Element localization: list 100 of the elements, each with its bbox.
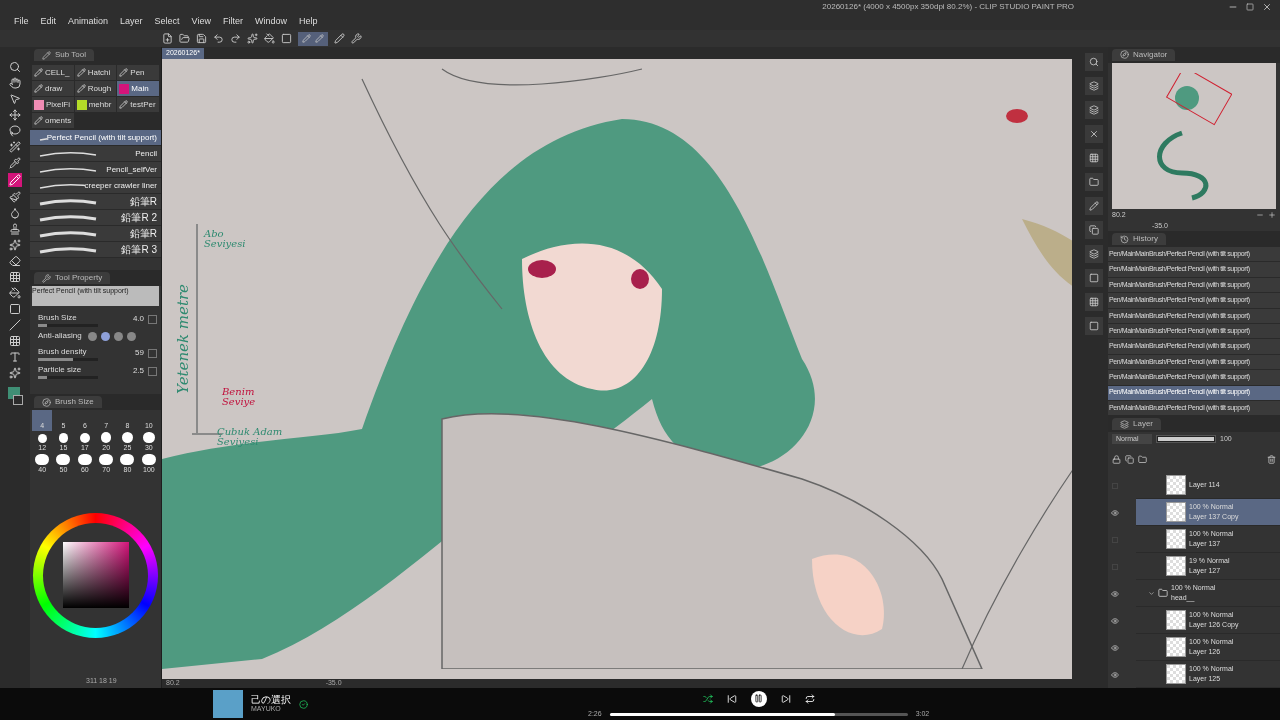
- panel-tab[interactable]: Tool Property: [34, 272, 111, 284]
- panel-button[interactable]: [1085, 221, 1103, 239]
- menu-item[interactable]: View: [185, 15, 217, 29]
- pause-button[interactable]: [750, 690, 767, 707]
- brush-icon[interactable]: [9, 191, 21, 203]
- brush-item[interactable]: 鉛筆R 3: [30, 242, 161, 258]
- menu-item[interactable]: Select: [148, 15, 186, 29]
- eye-icon[interactable]: [1111, 643, 1119, 652]
- panel-tab[interactable]: Sub Tool: [34, 49, 94, 61]
- sub-color-swatch[interactable]: [12, 395, 23, 405]
- eye-icon[interactable]: [1111, 670, 1119, 679]
- maximize-icon[interactable]: [1246, 3, 1254, 11]
- sub-tool-group[interactable]: mehbr: [74, 97, 117, 112]
- panel-tab[interactable]: Brush Size: [34, 396, 102, 408]
- sub-tool-group[interactable]: Main: [117, 81, 159, 96]
- previous-icon[interactable]: [726, 693, 737, 704]
- panel-button[interactable]: [1085, 317, 1103, 335]
- sub-tool-group[interactable]: Pen: [117, 65, 159, 80]
- square-icon[interactable]: [9, 303, 21, 315]
- wrench-icon[interactable]: [351, 33, 362, 44]
- copy-icon[interactable]: [1125, 454, 1134, 464]
- property-value[interactable]: 2.5: [132, 365, 144, 377]
- panel-button[interactable]: [1085, 77, 1103, 95]
- sub-tool-group[interactable]: PixelFi: [32, 97, 74, 112]
- panel-tab[interactable]: Navigator: [1112, 48, 1176, 61]
- wand-icon[interactable]: [9, 141, 21, 153]
- panel-tab[interactable]: History: [1112, 233, 1166, 246]
- eyedropper-icon[interactable]: [9, 157, 21, 169]
- next-icon[interactable]: [780, 693, 791, 704]
- brush-item[interactable]: Pencil: [30, 146, 161, 162]
- antialias-option[interactable]: [114, 331, 123, 341]
- panel-button[interactable]: [1085, 53, 1103, 71]
- folder-icon[interactable]: [1138, 454, 1147, 464]
- panel-tab[interactable]: Layer: [1112, 418, 1161, 431]
- menu-item[interactable]: Animation: [62, 15, 115, 29]
- undo-icon[interactable]: [213, 33, 224, 44]
- sparkle-icon[interactable]: [247, 33, 258, 44]
- panel-button[interactable]: [1085, 101, 1103, 119]
- move-icon[interactable]: [9, 109, 21, 121]
- antialias-option[interactable]: [127, 331, 136, 341]
- slider-track[interactable]: [38, 357, 98, 361]
- line-icon[interactable]: [9, 319, 21, 331]
- brush-item[interactable]: 鉛筆R 2: [30, 210, 161, 226]
- pointer-icon[interactable]: [9, 93, 21, 105]
- stamp-icon[interactable]: [9, 223, 21, 235]
- brush-item[interactable]: creeper crawler liner: [30, 178, 161, 194]
- toolbar-toggle[interactable]: [298, 31, 328, 46]
- checkbox-icon[interactable]: [148, 366, 157, 376]
- trash-icon[interactable]: [1267, 454, 1276, 464]
- panel-button[interactable]: [1085, 197, 1103, 215]
- brush-item[interactable]: Pencil_selfVer: [30, 162, 161, 178]
- property-value[interactable]: 59: [135, 347, 144, 359]
- pencil-icon[interactable]: [334, 33, 345, 44]
- antialias-option[interactable]: [88, 331, 97, 341]
- shuffle-icon[interactable]: [702, 693, 713, 704]
- panel-button[interactable]: [1085, 125, 1103, 143]
- close-icon[interactable]: [1262, 2, 1272, 12]
- eye-icon[interactable]: [1111, 589, 1119, 598]
- antialias-option[interactable]: [101, 331, 110, 341]
- eye-icon[interactable]: [1111, 508, 1119, 517]
- menu-item[interactable]: Edit: [34, 15, 63, 29]
- lasso-icon[interactable]: [9, 125, 21, 137]
- zoom-in-icon[interactable]: [1268, 211, 1276, 220]
- checkbox-icon[interactable]: [148, 314, 157, 324]
- new-file-icon[interactable]: [162, 33, 173, 44]
- checkbox-icon[interactable]: [148, 348, 157, 358]
- property-value[interactable]: 4.0: [132, 313, 144, 325]
- panel-button[interactable]: [1085, 269, 1103, 287]
- save-icon[interactable]: [196, 33, 207, 44]
- grid-icon[interactable]: [9, 271, 21, 283]
- menu-item[interactable]: Help: [292, 15, 324, 29]
- progress-track[interactable]: [609, 712, 908, 716]
- eye-icon[interactable]: [1111, 616, 1119, 625]
- lock-icon[interactable]: [1112, 454, 1121, 464]
- hand-icon[interactable]: [9, 77, 21, 89]
- eraser-icon[interactable]: [9, 255, 21, 267]
- color-square[interactable]: [62, 542, 129, 609]
- square-icon[interactable]: [281, 33, 292, 44]
- sub-tool-group[interactable]: Rough: [74, 81, 117, 96]
- panel-button[interactable]: [1085, 173, 1103, 191]
- sub-tool-group[interactable]: testPer: [117, 97, 159, 112]
- panel-button[interactable]: [1085, 293, 1103, 311]
- brush-item[interactable]: Perfect Pencil (with tilt support): [30, 130, 161, 146]
- menu-item[interactable]: File: [8, 15, 35, 29]
- text-icon[interactable]: [9, 351, 21, 363]
- repeat-icon[interactable]: [804, 693, 815, 704]
- search-icon[interactable]: [9, 61, 21, 73]
- sub-tool-group[interactable]: CELL_: [32, 65, 74, 80]
- menu-item[interactable]: Filter: [216, 15, 249, 29]
- sub-tool-group[interactable]: oments: [32, 113, 74, 128]
- menu-item[interactable]: Window: [248, 15, 293, 29]
- panel-button[interactable]: [1085, 149, 1103, 167]
- sub-tool-group[interactable]: draw: [32, 81, 74, 96]
- expand-caret-icon[interactable]: [1148, 589, 1155, 597]
- drop-icon[interactable]: [9, 207, 21, 219]
- open-folder-icon[interactable]: [179, 33, 190, 44]
- menu-item[interactable]: Layer: [114, 15, 149, 29]
- grid-icon[interactable]: [9, 335, 21, 347]
- brush-item[interactable]: 鉛筆R: [30, 194, 161, 210]
- bucket-icon[interactable]: [9, 287, 21, 299]
